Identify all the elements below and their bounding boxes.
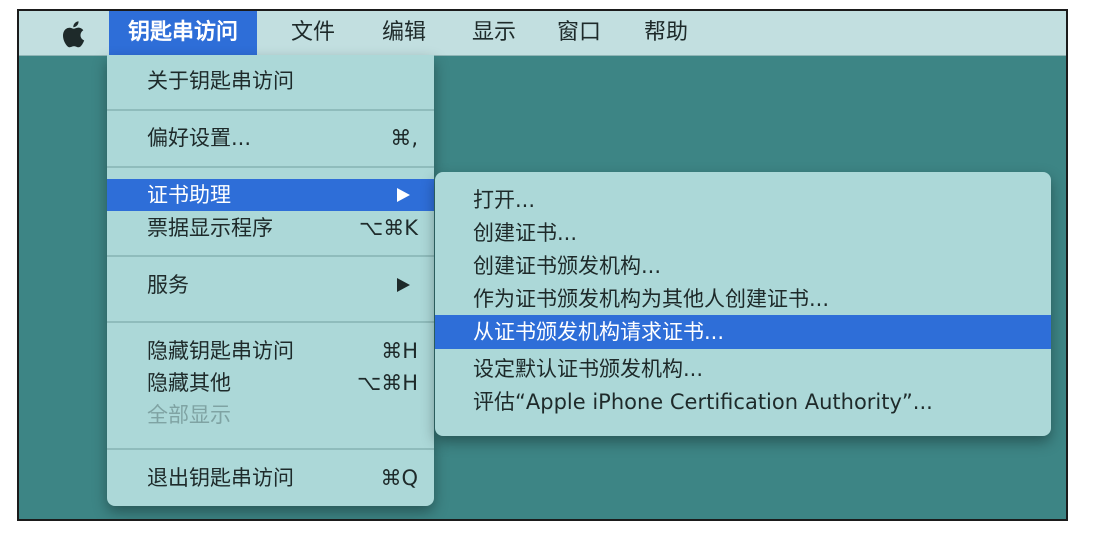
- menu-window[interactable]: 窗口: [544, 11, 614, 55]
- shortcut-label: ⌘Q: [380, 466, 418, 490]
- apple-icon[interactable]: [59, 19, 85, 49]
- menu-item-show-all: 全部显示: [107, 399, 434, 431]
- menu-item-about[interactable]: 关于钥匙串访问: [107, 65, 434, 97]
- shortcut-label: ⌥⌘K: [359, 216, 418, 240]
- submenu-item-create-ca[interactable]: 创建证书颁发机构...: [435, 249, 1051, 283]
- menu-item-hide-others[interactable]: 隐藏其他 ⌥⌘H: [107, 367, 434, 399]
- submenu-item-request-certificate[interactable]: 从证书颁发机构请求证书...: [435, 315, 1051, 349]
- menu-item-quit[interactable]: 退出钥匙串访问 ⌘Q: [107, 462, 434, 494]
- menu-item-label: 隐藏其他: [147, 371, 231, 395]
- menu-item-label: 退出钥匙串访问: [147, 466, 294, 490]
- menu-item-label: 服务: [147, 273, 189, 297]
- submenu-item-label: 作为证书颁发机构为其他人创建证书...: [473, 287, 830, 311]
- menu-item-label: 票据显示程序: [147, 216, 273, 240]
- menu-item-preferences[interactable]: 偏好设置... ⌘,: [107, 122, 434, 154]
- menu-help[interactable]: 帮助: [631, 11, 701, 55]
- menu-keychain-access[interactable]: 钥匙串访问: [109, 11, 257, 55]
- submenu-item-open[interactable]: 打开...: [435, 183, 1051, 217]
- menu-separator: [107, 255, 434, 257]
- certificate-assistant-submenu: 打开... 创建证书... 创建证书颁发机构... 作为证书颁发机构为其他人创建…: [435, 172, 1051, 436]
- submenu-item-evaluate[interactable]: 评估“Apple iPhone Certification Authority”…: [435, 385, 1051, 419]
- menu-item-label: 全部显示: [147, 403, 231, 427]
- screen: 钥匙串访问 文件 编辑 显示 窗口 帮助 关于钥匙串访问 偏好设置... ⌘, …: [17, 9, 1068, 521]
- menu-separator: [107, 321, 434, 323]
- submenu-item-label: 创建证书颁发机构...: [473, 254, 662, 278]
- menu-item-label: 关于钥匙串访问: [147, 69, 294, 93]
- menu-item-label: 隐藏钥匙串访问: [147, 339, 294, 363]
- submenu-item-create-cert-for-others[interactable]: 作为证书颁发机构为其他人创建证书...: [435, 282, 1051, 316]
- menu-separator: [107, 109, 434, 111]
- menu-separator: [107, 166, 434, 168]
- menu-item-ticket-viewer[interactable]: 票据显示程序 ⌥⌘K: [107, 212, 434, 244]
- submenu-item-label: 打开...: [473, 188, 536, 212]
- menu-item-hide[interactable]: 隐藏钥匙串访问 ⌘H: [107, 335, 434, 367]
- menu-bar: 钥匙串访问 文件 编辑 显示 窗口 帮助: [19, 11, 1066, 56]
- submenu-item-label: 从证书颁发机构请求证书...: [473, 320, 725, 344]
- submenu-item-set-default-ca[interactable]: 设定默认证书颁发机构...: [435, 352, 1051, 386]
- submenu-arrow-icon: [397, 188, 410, 202]
- app-menu-dropdown: 关于钥匙串访问 偏好设置... ⌘, 证书助理 票据显示程序 ⌥⌘K 服务 隐藏…: [107, 55, 434, 506]
- menu-item-label: 偏好设置...: [147, 126, 252, 150]
- submenu-item-label: 设定默认证书颁发机构...: [473, 357, 704, 381]
- submenu-item-label: 评估“Apple iPhone Certification Authority”…: [473, 390, 933, 414]
- menu-view[interactable]: 显示: [459, 11, 529, 55]
- menu-item-label: 证书助理: [147, 183, 231, 207]
- shortcut-label: ⌘,: [390, 126, 418, 150]
- shortcut-label: ⌘H: [381, 339, 418, 363]
- menu-file[interactable]: 文件: [278, 11, 348, 55]
- submenu-item-label: 创建证书...: [473, 221, 578, 245]
- submenu-arrow-icon: [397, 278, 410, 292]
- menu-item-services[interactable]: 服务: [107, 269, 434, 301]
- menu-edit[interactable]: 编辑: [369, 11, 439, 55]
- submenu-item-create-certificate[interactable]: 创建证书...: [435, 216, 1051, 250]
- menu-separator: [107, 448, 434, 450]
- menu-item-certificate-assistant[interactable]: 证书助理: [107, 179, 434, 211]
- shortcut-label: ⌥⌘H: [357, 371, 418, 395]
